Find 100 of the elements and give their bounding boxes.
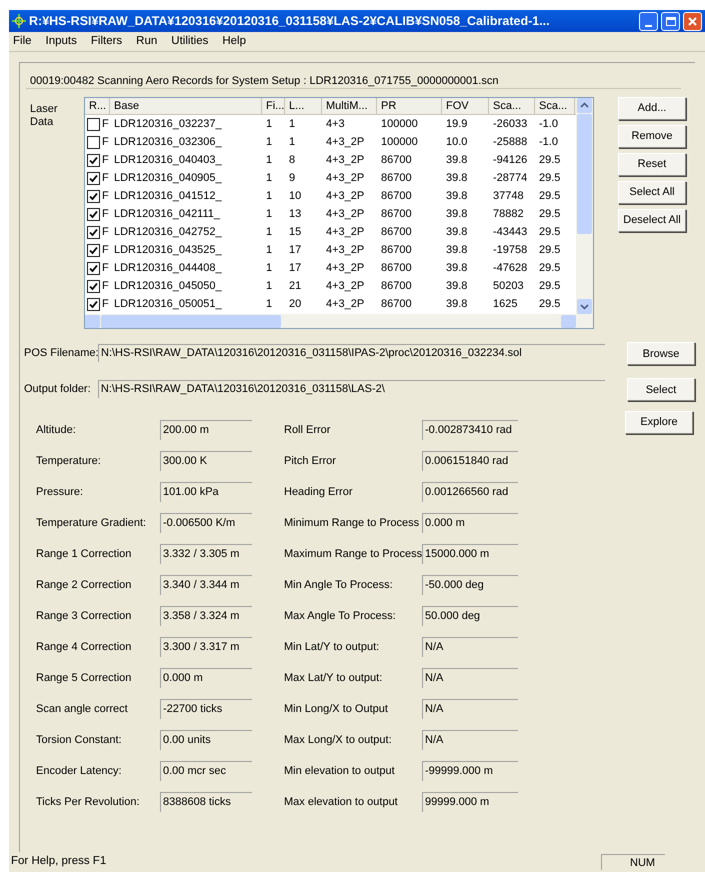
column-header[interactable]: FOV — [442, 98, 489, 114]
close-button[interactable] — [683, 12, 702, 30]
minimize-button[interactable] — [639, 12, 658, 30]
value-field[interactable]: N/A — [422, 637, 518, 657]
horizontal-scrollbar[interactable] — [85, 314, 593, 328]
parameter-label: Ticks Per Revolution: — [35, 794, 141, 810]
parameter-label: Heading Error — [283, 484, 354, 500]
vertical-scrollbar[interactable] — [576, 98, 593, 314]
table-cell-text: 4+3_2P — [325, 242, 366, 258]
list-button[interactable]: Add... — [618, 97, 686, 120]
num-lock-indicator: NUM — [601, 854, 665, 870]
scroll-up-icon[interactable] — [580, 101, 589, 110]
value-field[interactable]: N/A — [422, 699, 518, 719]
table-cell-text: 15 — [288, 224, 302, 240]
row-checkbox[interactable] — [87, 244, 100, 256]
pos-filename-field[interactable]: N:\HS-RSI\RAW_DATA\120316\20120316_031158\IPAS-2\proc\20120316_032234.sol — [98, 344, 605, 362]
column-header[interactable]: PR — [377, 98, 442, 114]
value-field[interactable]: -99999.000 m — [422, 761, 518, 781]
table-cell-text: F — [102, 296, 109, 312]
close-icon — [687, 16, 698, 26]
parameter-label: Roll Error — [283, 422, 332, 438]
value-field[interactable]: 0.00 mcr sec — [160, 761, 252, 781]
select-button[interactable]: Select — [627, 378, 695, 402]
list-button[interactable]: Select All — [618, 181, 686, 204]
column-header[interactable]: L... — [285, 98, 322, 114]
menu-item[interactable]: Help — [222, 32, 246, 50]
parameter-label: Temperature: — [35, 454, 102, 469]
list-button[interactable]: Remove — [618, 125, 686, 148]
value-field[interactable]: 99999.000 m — [422, 792, 518, 812]
parameter-label: Range 1 Correction — [35, 546, 132, 562]
value-field[interactable]: N/A — [422, 668, 518, 688]
value-field[interactable]: 3.300 / 3.317 m — [160, 637, 252, 657]
parameter-label: Maximum Range to Process — [283, 546, 422, 562]
value-field[interactable]: -0.002873410 rad — [422, 420, 518, 440]
value-field[interactable]: 3.358 / 3.324 m — [160, 606, 252, 626]
parameter-label: Pitch Error — [283, 454, 337, 469]
explore-button[interactable]: Explore — [625, 411, 693, 434]
value-field[interactable]: 101.00 kPa — [160, 482, 252, 502]
value-field[interactable]: 8388608 ticks — [160, 792, 252, 812]
maximize-button[interactable] — [661, 12, 680, 30]
value-field[interactable]: 0.000 m — [422, 513, 518, 533]
table-cell-text: 1 — [265, 152, 274, 168]
value-field[interactable]: 0.000 m — [160, 668, 252, 688]
status-text: For Help, press F1 — [10, 854, 108, 870]
column-header[interactable]: MultiM... — [322, 98, 377, 114]
table-cell-text: 29.5 — [538, 242, 562, 258]
table-cell-text: LDR120316_042752_ — [113, 224, 223, 240]
table-cell-text: 86700 — [380, 278, 413, 294]
menu-item[interactable]: File — [13, 32, 32, 50]
parameter-label: Min Long/X to Output — [283, 702, 389, 717]
value-field[interactable]: 200.00 m — [160, 420, 252, 440]
row-checkbox[interactable] — [87, 172, 100, 184]
value-field[interactable]: 50.000 deg — [422, 606, 518, 626]
table-cell-text: -1.0 — [538, 134, 559, 150]
scroll-down-icon[interactable] — [580, 302, 589, 311]
column-header[interactable]: Sca... — [535, 98, 575, 114]
value-field[interactable]: 3.332 / 3.305 m — [160, 544, 252, 564]
table-cell-text: 86700 — [380, 188, 413, 204]
value-field[interactable]: 3.340 / 3.344 m — [160, 575, 252, 595]
value-field[interactable]: N/A — [422, 730, 518, 750]
column-header[interactable]: R... — [85, 98, 110, 114]
row-checkbox[interactable] — [87, 280, 100, 292]
value-field[interactable]: 15000.000 m — [422, 544, 518, 564]
menu-item[interactable]: Run — [136, 32, 158, 50]
row-checkbox[interactable] — [87, 154, 100, 166]
value-field[interactable]: -50.000 deg — [422, 575, 518, 595]
table-cell-text: 19.9 — [445, 116, 468, 132]
list-button[interactable]: Deselect All — [618, 209, 686, 232]
column-header[interactable]: Fi... — [262, 98, 285, 114]
parameter-label: Max Lat/Y to output: — [283, 670, 384, 686]
value-field[interactable]: 0.001266560 rad — [422, 482, 518, 502]
menu-item[interactable]: Filters — [90, 32, 122, 50]
list-button[interactable]: Reset — [618, 153, 686, 176]
parameter-label: Minimum Range to Process — [283, 516, 420, 531]
row-checkbox[interactable] — [87, 118, 100, 130]
value-field[interactable]: 300.00 K — [160, 451, 252, 471]
table-cell-text: LDR120316_040403_ — [113, 152, 223, 168]
row-checkbox[interactable] — [87, 226, 100, 238]
browse-button[interactable]: Browse — [627, 342, 695, 366]
value-field[interactable]: -0.006500 K/m — [160, 513, 252, 533]
row-checkbox[interactable] — [87, 208, 100, 220]
row-checkbox[interactable] — [87, 298, 100, 310]
table-cell-text: F — [102, 188, 109, 204]
output-folder-field[interactable]: N:\HS-RSI\RAW_DATA\120316\20120316_031158\LAS-2\ — [98, 380, 605, 398]
value-field[interactable]: 0.006151840 rad — [422, 451, 518, 471]
table-cell-text: 39.8 — [445, 242, 468, 258]
menu-item[interactable]: Utilities — [171, 32, 208, 50]
row-checkbox[interactable] — [87, 190, 100, 202]
column-header[interactable]: Base — [110, 98, 262, 114]
table-cell-text: -94126 — [492, 152, 528, 168]
value-field[interactable]: -22700 ticks — [160, 699, 252, 719]
table-cell-text: 17 — [288, 242, 302, 258]
menu-item[interactable]: Inputs — [46, 32, 77, 50]
row-checkbox[interactable] — [87, 136, 100, 148]
row-checkbox[interactable] — [87, 262, 100, 274]
column-header[interactable]: Sca... — [489, 98, 535, 114]
table-cell-text: 39.8 — [445, 296, 468, 312]
table-cell-text: 100000 — [380, 116, 419, 132]
table-cell-text: 9 — [288, 170, 296, 186]
value-field[interactable]: 0.00 units — [160, 730, 252, 750]
